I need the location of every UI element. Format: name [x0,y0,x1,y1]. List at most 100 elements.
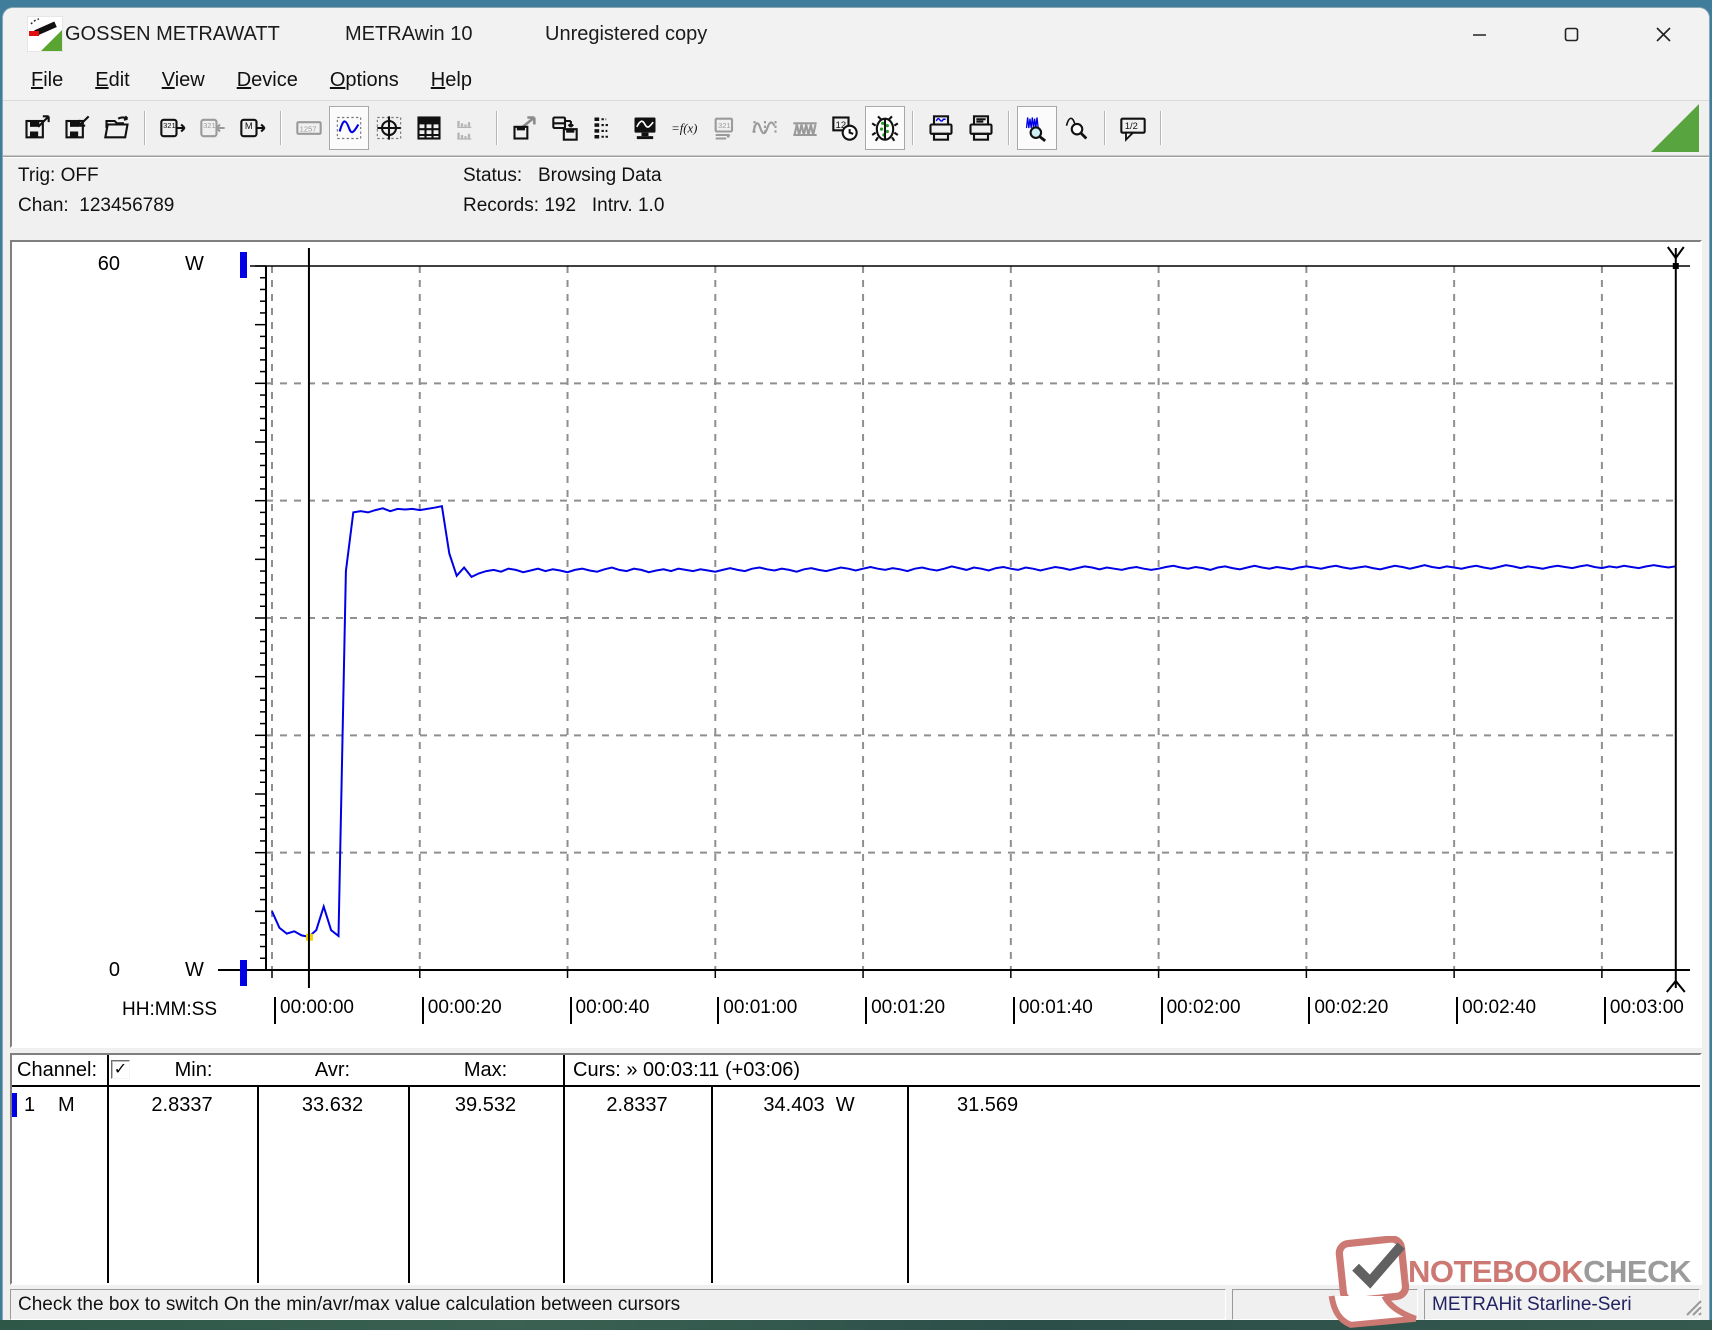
device-save-icon[interactable] [545,106,585,150]
menu-view[interactable]: View [146,63,221,97]
menu-help[interactable]: Help [415,63,488,97]
lcd-display-icon: 1257 [289,106,329,150]
x-tick-time: 00:02:40 [1462,997,1536,1019]
header-max: Max: [408,1056,563,1084]
toolbar-separator [912,111,914,145]
table-divider [563,1055,565,1283]
status-value: Browsing Data [538,165,662,186]
x-tick-label: 00:02:40 [1456,997,1536,1024]
channel-color-indicator [12,1093,17,1117]
toolbar-separator [1104,111,1106,145]
x-tick-pipe [570,997,572,1024]
records-value: 192 [544,195,576,216]
wave-compare-icon [745,106,785,150]
save-export-icon[interactable] [17,106,57,150]
save-import-icon[interactable] [57,106,97,150]
row-min-value: 2.8337 [107,1091,257,1119]
scope-view-icon[interactable] [369,106,409,150]
zoom-single-icon[interactable] [1057,106,1097,150]
svg-text:1/2: 1/2 [1125,121,1138,131]
table-divider [107,1055,109,1283]
resize-grip-triangle [1651,104,1699,152]
comment-note-icon[interactable]: 1/2 [1113,106,1153,150]
x-tick-pipe [1604,997,1606,1024]
x-axis-caption: HH:MM:SS [122,999,217,1021]
toolbar: 321 321 M 1257 [3,100,1709,156]
svg-text:=f(x): =f(x) [671,122,697,136]
menu-options[interactable]: Options [314,63,415,97]
toolbar-separator [496,111,498,145]
trig-value: OFF [61,165,99,186]
title-bar: GOSSEN METRAWATT METRAwin 10 Unregistere… [3,8,1709,60]
debug-bug-icon[interactable] [865,106,905,150]
license-label: Unregistered copy [545,8,707,60]
row-cursor2-value: 34.403 W [711,1091,907,1119]
x-tick-label: 00:00:20 [422,997,502,1024]
svg-text:1257: 1257 [300,125,317,134]
power-line-chart[interactable] [12,242,1700,1046]
records-readout: Records: 192 Intrv. 1.0 [463,195,664,217]
x-tick-pipe [865,997,867,1024]
datetime-clock-icon[interactable]: 12 [825,106,865,150]
device-read-icon[interactable]: 321 [153,106,193,150]
print-preview-icon[interactable] [921,106,961,150]
menu-bar: File Edit View Device Options Help [3,60,1709,100]
header-min: Min: [130,1056,257,1084]
waveform-view-icon[interactable] [329,106,369,150]
header-avr: Avr: [257,1056,408,1084]
menu-device[interactable]: Device [221,63,314,97]
records-label: Records: [463,195,539,216]
menu-file[interactable]: File [15,63,79,97]
export-copy-icon[interactable] [505,106,545,150]
app-title: METRAwin 10 [345,8,472,60]
cursor2-number: 34.403 [763,1094,824,1116]
histogram-view-icon [449,106,489,150]
memory-read-icon[interactable]: M [233,106,273,150]
x-tick-label: 00:03:00 [1604,997,1684,1024]
y-axis-unit-top: W [185,253,204,276]
monitor-online-icon[interactable] [625,106,665,150]
device-config-icon: 321 [705,106,745,150]
notebookcheck-watermark: NOTEBOOKCHECK [1322,1236,1712,1330]
close-button[interactable] [1631,12,1695,56]
svg-text:321: 321 [203,121,216,130]
table-divider [907,1085,909,1283]
x-tick-pipe [422,997,424,1024]
row-avr-value: 33.632 [257,1091,408,1119]
toolbar-separator [280,111,282,145]
x-tick-time: 00:01:40 [1019,997,1093,1019]
x-tick-pipe [717,997,719,1024]
wave-envelope-icon [785,106,825,150]
y-axis-unit-bottom: W [185,959,204,982]
x-tick-label: 00:02:20 [1308,997,1388,1024]
status-label: Status: [463,165,522,186]
minimize-button[interactable] [1447,12,1511,56]
row-delta-value: 31.569 [957,1091,1018,1119]
open-folder-icon[interactable] [97,106,137,150]
x-tick-pipe [1013,997,1015,1024]
row-cursor1-value: 2.8337 [563,1091,711,1119]
menu-edit[interactable]: Edit [79,63,145,97]
toolbar-separator [1008,111,1010,145]
formula-fx-icon[interactable]: =f(x) [665,106,705,150]
chan-label: Chan: [18,195,69,216]
channel-list-icon[interactable] [585,106,625,150]
maximize-button[interactable] [1539,12,1603,56]
toolbar-separator [144,111,146,145]
x-tick-time: 00:01:00 [723,997,797,1019]
x-tick-pipe [1456,997,1458,1024]
toolbar-separator [1160,111,1162,145]
svg-text:321: 321 [718,121,731,130]
print-icon[interactable] [961,106,1001,150]
minmax-checkbox[interactable]: ✓ [111,1060,130,1079]
channel-status: Chan: 123456789 [18,195,174,217]
interval-value: 1.0 [638,195,664,216]
device-write-icon: 321 [193,106,233,150]
wordmark-check: CHECK [1583,1254,1691,1289]
row-channel-number: 1 [24,1091,35,1119]
chart-panel[interactable]: 60 W 0 W HH:MM:SS 00:00:0000:00:2000:00:… [10,240,1702,1048]
chan-value: 123456789 [79,195,174,216]
table-view-icon[interactable] [409,106,449,150]
x-tick-time: 00:03:00 [1610,997,1684,1019]
zoom-wave-icon[interactable] [1017,106,1057,150]
